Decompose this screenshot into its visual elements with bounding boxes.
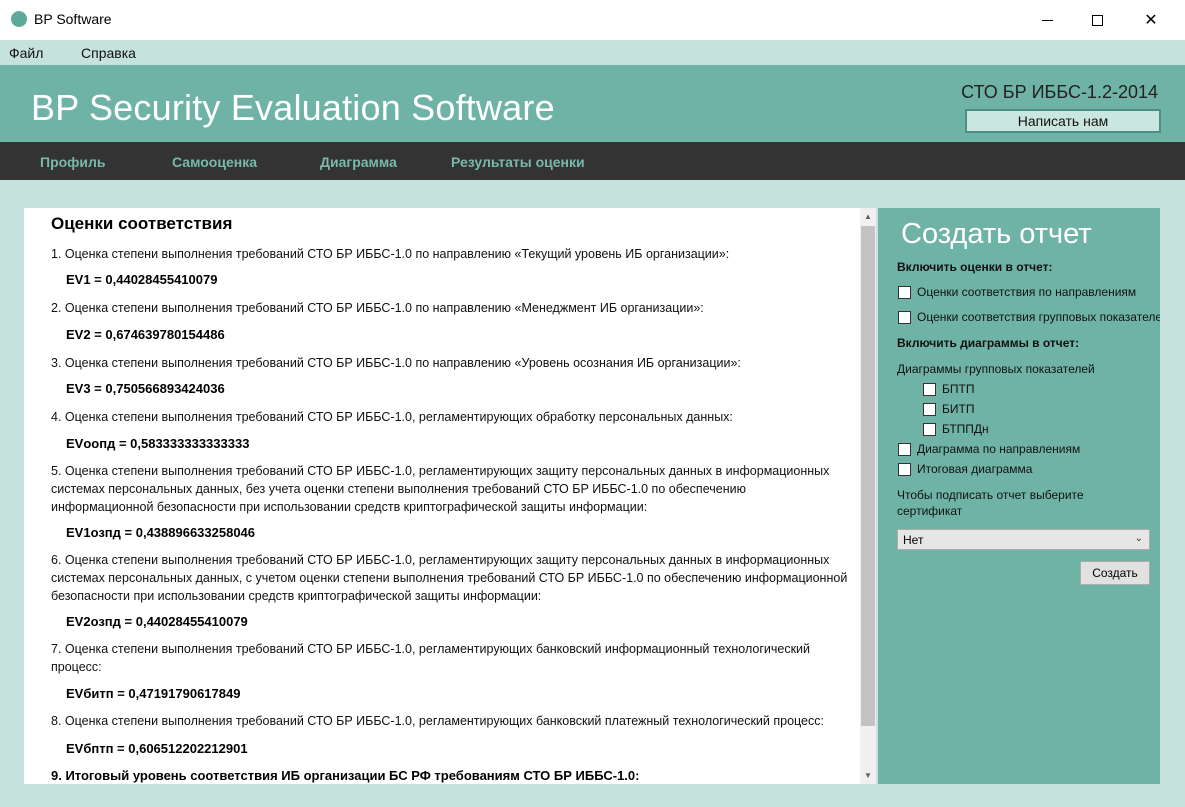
final-score-heading: 9. Итоговый уровень соответствия ИБ орга… <box>51 768 640 783</box>
standard-label: СТО БР ИББС-1.2-2014 <box>961 82 1158 102</box>
contact-button[interactable]: Написать нам <box>965 109 1161 133</box>
create-report-button[interactable]: Создать <box>1080 561 1150 585</box>
checkbox-label: БПТП <box>942 382 975 396</box>
checkbox-box[interactable] <box>898 442 911 456</box>
menu-bar: Файл Справка <box>0 40 1185 65</box>
certificate-select[interactable]: Нет ⌄ <box>897 529 1150 550</box>
checkbox-label: БИТП <box>942 402 975 416</box>
maximize-button[interactable] <box>1074 0 1120 40</box>
score-value: EV2озпд = 0,44028455410079 <box>66 614 248 629</box>
score-description: 8. Оценка степени выполнения требований … <box>51 714 824 728</box>
checkbox-group-scores[interactable]: Оценки соответствия групповых показателе… <box>898 310 1160 324</box>
report-panel: Создать отчет Включить оценки в отчет: О… <box>878 208 1160 784</box>
checkbox-label: Диаграмма по направлениям <box>917 442 1081 456</box>
minimize-icon <box>1041 19 1053 21</box>
score-value: EVбптп = 0,606512202212901 <box>66 741 248 756</box>
nav-bar: Профиль Самооценка Диаграмма Результаты … <box>0 142 1185 180</box>
score-value: EV3 = 0,750566893424036 <box>66 381 225 396</box>
app-icon <box>11 11 27 27</box>
chevron-down-icon: ⌄ <box>1134 533 1143 544</box>
tab-diagram[interactable]: Диаграмма <box>320 154 397 170</box>
window-title: BP Software <box>34 11 112 27</box>
checkbox-box[interactable] <box>898 310 911 324</box>
checkbox-box[interactable] <box>923 422 936 436</box>
score-description: 4. Оценка степени выполнения требований … <box>51 410 733 424</box>
certificate-select-value: Нет <box>903 532 924 547</box>
score-description: 7. Оценка степени выполнения требований … <box>51 642 811 674</box>
score-value: EVоопд = 0,583333333333333 <box>66 436 250 451</box>
checkbox-direction-scores[interactable]: Оценки соответствия по направлениям <box>898 285 1136 299</box>
include-charts-label: Включить диаграммы в отчет: <box>897 336 1080 350</box>
title-bar: BP Software ✕ <box>0 0 1185 40</box>
checkbox-label: Оценки соответствия по направлениям <box>917 285 1137 299</box>
checkbox-box[interactable] <box>923 382 936 396</box>
checkbox-bptp[interactable]: БПТП <box>923 382 974 396</box>
scroll-thumb[interactable] <box>861 226 875 726</box>
results-scroll-area[interactable]: Оценки соответствия 1. Оценка степени вы… <box>24 208 860 784</box>
scroll-up-icon[interactable]: ▲ <box>860 208 876 225</box>
tab-profile[interactable]: Профиль <box>40 154 106 170</box>
score-description: 6. Оценка степени выполнения требований … <box>51 553 848 603</box>
checkbox-label: Итоговая диаграмма <box>917 462 1033 476</box>
checkbox-box[interactable] <box>898 285 911 299</box>
include-scores-label: Включить оценки в отчет: <box>897 260 1053 274</box>
tab-results[interactable]: Результаты оценки <box>451 154 585 170</box>
checkbox-label: Оценки соответствия групповых показателе… <box>917 310 1160 324</box>
app-header: BP Security Evaluation Software СТО БР И… <box>0 65 1185 142</box>
maximize-icon <box>1091 14 1103 26</box>
menu-help[interactable]: Справка <box>81 45 136 61</box>
results-heading: Оценки соответствия <box>51 214 233 233</box>
tab-self-assessment[interactable]: Самооценка <box>172 154 257 170</box>
checkbox-final-chart[interactable]: Итоговая диаграмма <box>898 462 1032 476</box>
certificate-label-line2: сертификат <box>897 504 963 518</box>
group-charts-label: Диаграммы групповых показателей <box>897 362 1095 376</box>
score-description: 3. Оценка степени выполнения требований … <box>51 356 741 370</box>
checkbox-box[interactable] <box>923 402 936 416</box>
minimize-button[interactable] <box>1024 0 1070 40</box>
checkbox-direction-chart[interactable]: Диаграмма по направлениям <box>898 442 1080 456</box>
vertical-scrollbar[interactable]: ▲ ▼ <box>860 208 876 784</box>
score-value: EV1озпд = 0,438896633258046 <box>66 525 256 540</box>
score-value: EVбитп = 0,47191790617849 <box>66 686 241 701</box>
score-description: 5. Оценка степени выполнения требований … <box>51 464 830 514</box>
scroll-down-icon[interactable]: ▼ <box>860 767 876 784</box>
app-title: BP Security Evaluation Software <box>31 87 555 128</box>
close-icon: ✕ <box>1144 12 1158 29</box>
certificate-label: Чтобы подписать отчет выберите <box>897 488 1084 502</box>
close-button[interactable]: ✕ <box>1128 0 1174 40</box>
checkbox-btppdn[interactable]: БТППДн <box>923 422 989 436</box>
checkbox-bitp[interactable]: БИТП <box>923 402 974 416</box>
score-value: EV1 = 0,44028455410079 <box>66 272 218 287</box>
score-value: EV2 = 0,674639780154486 <box>66 327 225 342</box>
score-description: 2. Оценка степени выполнения требований … <box>51 301 704 315</box>
menu-file[interactable]: Файл <box>9 45 43 61</box>
results-panel: Оценки соответствия 1. Оценка степени вы… <box>24 208 876 784</box>
checkbox-label: БТППДн <box>942 422 989 436</box>
checkbox-box[interactable] <box>898 462 911 476</box>
report-title: Создать отчет <box>901 218 1092 250</box>
score-description: 1. Оценка степени выполнения требований … <box>51 247 730 261</box>
